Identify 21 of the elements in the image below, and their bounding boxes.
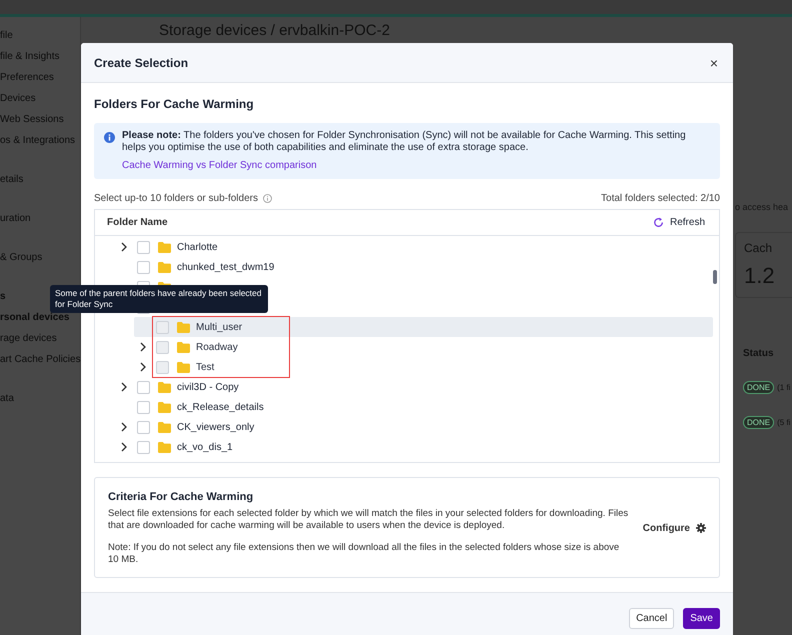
criteria-title: Criteria For Cache Warming bbox=[108, 491, 254, 503]
selection-count: Total folders selected: 2/10 bbox=[601, 192, 720, 204]
folder-name: Charlotte bbox=[177, 242, 218, 252]
folder-name: chunked_test_dwm19 bbox=[177, 262, 274, 272]
note-text: Please note: The folders you've chosen for Folder Synchronisation (Sync) will not be available for Cache Warming. This setting helps you optimise the use of both capabilities and eliminate the use of extra storage space. bbox=[122, 130, 687, 154]
folder-name: Multi_user bbox=[196, 322, 242, 332]
section-title: Folders For Cache Warming bbox=[94, 97, 255, 111]
folder-name: Test bbox=[196, 362, 214, 372]
dialog-title: Create Selection bbox=[94, 56, 188, 70]
folder-name: Roadway bbox=[196, 342, 238, 352]
criteria-note: Note: If you do not select any file extensions then we will download all the files in the selected folders whose size is above 10 MB. bbox=[108, 542, 620, 565]
status-badge: DONE bbox=[743, 381, 774, 394]
column-header: Folder Name bbox=[107, 217, 168, 228]
select-label: Select up-to 10 folders or sub-folders bbox=[94, 192, 258, 204]
folder-name: civil3D - Copy bbox=[177, 382, 239, 392]
folder-name: ck_Release_details bbox=[177, 402, 264, 412]
tooltip: Some of the parent folders have already been selected for Folder Sync bbox=[50, 285, 268, 313]
folder-name: ck_vo_dis_1 bbox=[177, 442, 233, 452]
status-badge: DONE bbox=[743, 416, 774, 429]
folder-name: CK_viewers_only bbox=[177, 422, 254, 432]
criteria-description: Select file extensions for each selected folder by which we will match the files in your selected folders for downloading. Files that are downloaded for cache warming will be available to users when the device is deployed. bbox=[108, 508, 629, 531]
